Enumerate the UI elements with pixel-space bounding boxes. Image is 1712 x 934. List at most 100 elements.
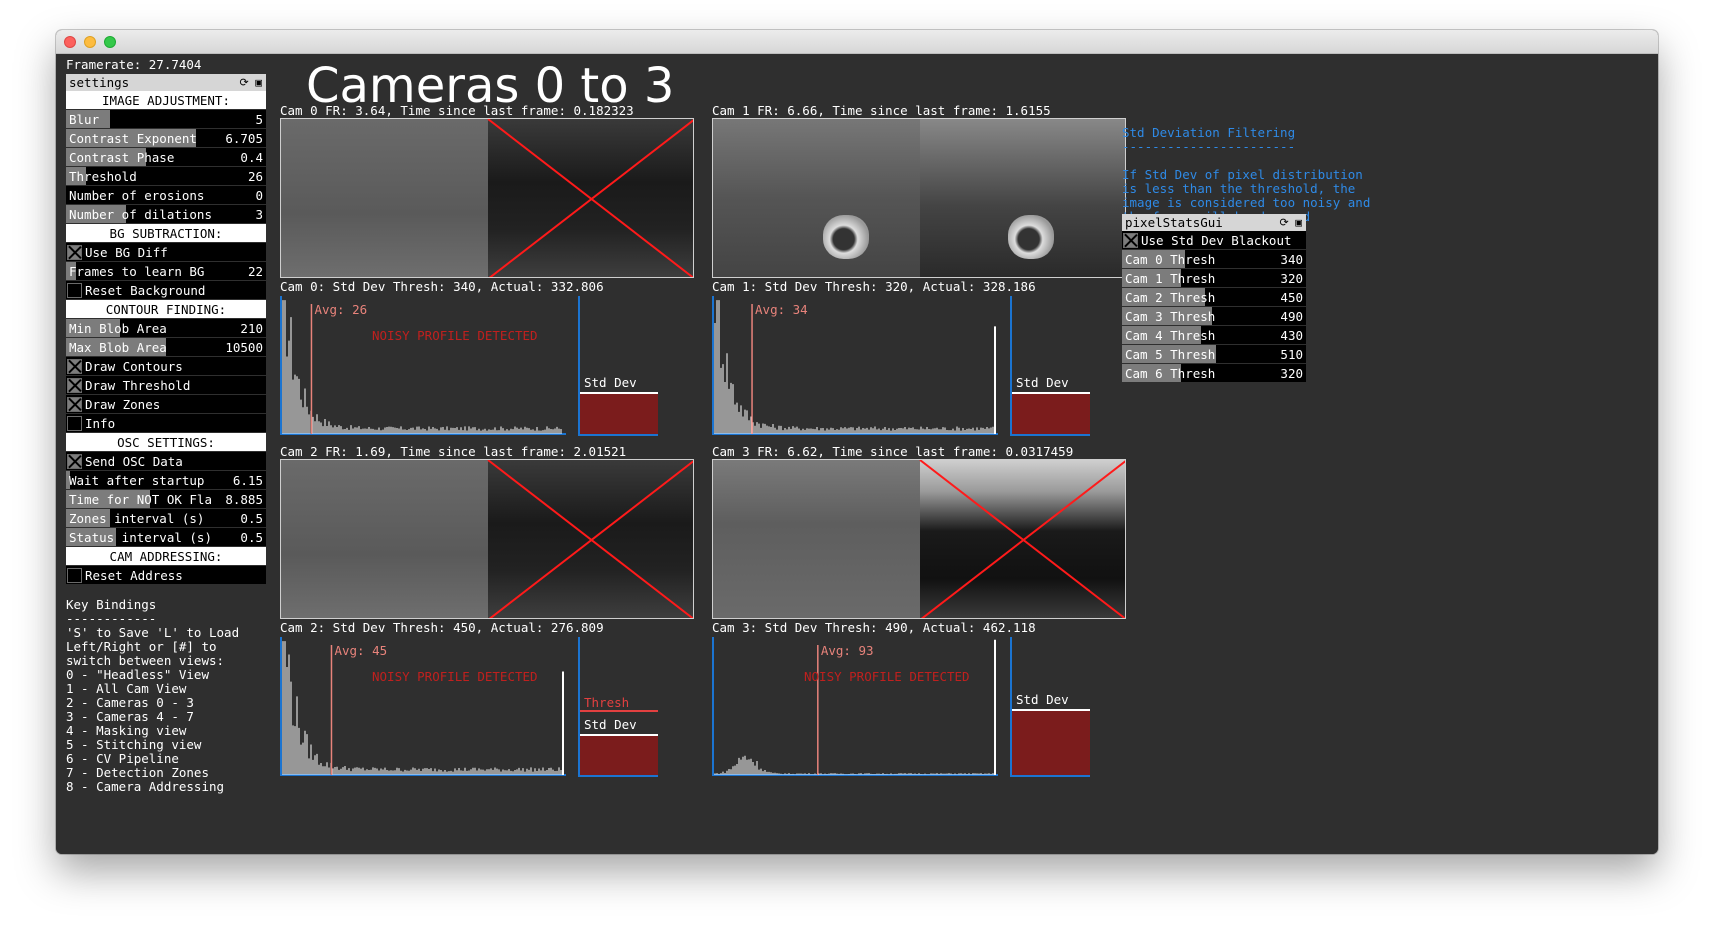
slider-cam-5-thresh[interactable]: Cam 5 Thresh 510 <box>1122 345 1306 364</box>
slider-value: 6.705 <box>225 131 263 146</box>
slider-label: Contrast Exponent <box>69 131 197 146</box>
toggle-send-osc-data[interactable]: Send OSC Data <box>66 452 266 471</box>
toggle-label: Info <box>85 416 116 431</box>
slider-value: 6.15 <box>232 473 263 488</box>
toggle-draw-threshold[interactable]: Draw Threshold <box>66 376 266 395</box>
slider-min-blob-area[interactable]: Min Blob Area 210 <box>66 319 266 338</box>
histogram-svg <box>712 637 998 776</box>
std-dev-gauge: Std Dev <box>578 296 658 436</box>
std-dev-fill <box>580 734 658 775</box>
settings-panel-header[interactable]: settings ⟳ ▣ <box>66 74 266 91</box>
app-canvas: Framerate: 27.7404 Cameras 0 to 3 settin… <box>56 54 1658 854</box>
toggle-label: Reset Address <box>85 568 183 583</box>
slider-value: 0.4 <box>240 150 263 165</box>
refresh-icon[interactable]: ⟳ <box>240 76 249 89</box>
slider-label: Number of dilations <box>69 207 212 222</box>
toggle-use-bg-diff[interactable]: Use BG Diff <box>66 243 266 262</box>
slider-label: Cam 1 Thresh <box>1125 271 1216 286</box>
slider-threshold[interactable]: Threshold 26 <box>66 167 266 186</box>
checked-box-icon[interactable] <box>67 359 82 374</box>
section-label: BG SUBTRACTION: <box>109 226 223 241</box>
slider-frames-to-learn-bg[interactable]: Frames to learn BG 22 <box>66 262 266 281</box>
histogram-svg <box>280 296 566 435</box>
toggle-label: Use BG Diff <box>85 245 168 260</box>
slider-label: Cam 4 Thresh <box>1125 328 1216 343</box>
slider-value: 340 <box>1280 252 1303 267</box>
close-window-button[interactable] <box>64 36 76 48</box>
checked-box-icon[interactable] <box>67 397 82 412</box>
save-icon[interactable]: ▣ <box>255 76 262 89</box>
slider-label: Frames to learn BG <box>69 264 205 279</box>
section-header-bg-subtraction: BG SUBTRACTION: <box>66 224 266 243</box>
slider-contrast-phase[interactable]: Contrast Phase 0.4 <box>66 148 266 167</box>
std-dev-gauge: Std Dev <box>1010 637 1090 777</box>
camera-feed <box>712 459 1126 619</box>
rejected-frame-cross <box>919 460 1125 618</box>
camera-std-dev-label: Cam 0: Std Dev Thresh: 340, Actual: 332.… <box>280 279 604 294</box>
std-dev-label: Std Dev <box>1016 692 1069 708</box>
toggle-label: Send OSC Data <box>85 454 183 469</box>
slider-cam-0-thresh[interactable]: Cam 0 Thresh 340 <box>1122 250 1306 269</box>
unchecked-box-icon[interactable] <box>67 416 82 431</box>
camera-feed <box>280 118 694 278</box>
slider-zones-interval-s[interactable]: Zones interval (s) 0.5 <box>66 509 266 528</box>
slider-label: Contrast Phase <box>69 150 175 165</box>
slider-value: 22 <box>247 264 263 279</box>
slider-value: 450 <box>1280 290 1303 305</box>
minimize-window-button[interactable] <box>84 36 96 48</box>
slider-number-of-erosions[interactable]: Number of erosions 0 <box>66 186 266 205</box>
slider-blur[interactable]: Blur 5 <box>66 110 266 129</box>
detected-person-blob <box>1008 215 1054 259</box>
slider-cam-1-thresh[interactable]: Cam 1 Thresh 320 <box>1122 269 1306 288</box>
checked-box-icon[interactable] <box>1123 233 1138 248</box>
slider-label: Cam 5 Thresh <box>1125 347 1216 362</box>
average-label: Avg: 93 <box>820 643 874 658</box>
slider-cam-3-thresh[interactable]: Cam 3 Thresh 490 <box>1122 307 1306 326</box>
toggle-draw-zones[interactable]: Draw Zones <box>66 395 266 414</box>
slider-cam-4-thresh[interactable]: Cam 4 Thresh 430 <box>1122 326 1306 345</box>
toggle-reset-background[interactable]: Reset Background <box>66 281 266 300</box>
unchecked-box-icon[interactable] <box>67 283 82 298</box>
std-dev-fill <box>580 392 658 434</box>
checked-box-icon[interactable] <box>67 454 82 469</box>
std-dev-info: Std Deviation Filtering ----------------… <box>1122 125 1371 224</box>
toggle-draw-contours[interactable]: Draw Contours <box>66 357 266 376</box>
slider-cam-2-thresh[interactable]: Cam 2 Thresh 450 <box>1122 288 1306 307</box>
noisy-profile-warning: NOISY PROFILE DETECTED <box>372 328 538 343</box>
pixel-histogram: Avg: 93 NOISY PROFILE DETECTED <box>712 637 1032 787</box>
unchecked-box-icon[interactable] <box>67 568 82 583</box>
camera-raw-image <box>713 119 920 277</box>
refresh-icon[interactable]: ⟳ <box>1280 216 1289 229</box>
section-label: CONTOUR FINDING: <box>105 302 227 317</box>
histogram-svg <box>712 296 998 435</box>
slider-time-for-not-ok-fla[interactable]: Time for NOT OK Fla 8.885 <box>66 490 266 509</box>
slider-value: 10500 <box>225 340 263 355</box>
section-header-image-adjustment: IMAGE ADJUSTMENT: <box>66 91 266 110</box>
slider-value: 3 <box>255 207 263 222</box>
slider-cam-6-thresh[interactable]: Cam 6 Thresh 320 <box>1122 364 1306 383</box>
slider-max-blob-area[interactable]: Max Blob Area 10500 <box>66 338 266 357</box>
camera-std-dev-label: Cam 2: Std Dev Thresh: 450, Actual: 276.… <box>280 620 604 635</box>
toggle-use-std-dev-blackout[interactable]: Use Std Dev Blackout <box>1122 231 1306 250</box>
pixel-stats-header[interactable]: pixelStatsGui ⟳ ▣ <box>1122 214 1306 231</box>
toggle-reset-address[interactable]: Reset Address <box>66 566 266 585</box>
slider-contrast-exponent[interactable]: Contrast Exponent 6.705 <box>66 129 266 148</box>
checked-box-icon[interactable] <box>67 245 82 260</box>
slider-label: Cam 6 Thresh <box>1125 366 1216 381</box>
threshold-line <box>580 710 658 712</box>
std-dev-label: Std Dev <box>1016 375 1069 390</box>
slider-wait-after-startup[interactable]: Wait after startup 6.15 <box>66 471 266 490</box>
zoom-window-button[interactable] <box>104 36 116 48</box>
slider-value: 510 <box>1280 347 1303 362</box>
toggle-info[interactable]: Info <box>66 414 266 433</box>
slider-number-of-dilations[interactable]: Number of dilations 3 <box>66 205 266 224</box>
average-label: Avg: 45 <box>334 643 388 658</box>
slider-value: 0.5 <box>240 530 263 545</box>
slider-status-interval-s[interactable]: Status interval (s) 0.5 <box>66 528 266 547</box>
toggle-label: Draw Zones <box>85 397 161 412</box>
save-icon[interactable]: ▣ <box>1295 216 1302 229</box>
average-label: Avg: 34 <box>755 302 808 317</box>
panel-header-icons: ⟳ ▣ <box>1280 214 1302 231</box>
settings-rows: IMAGE ADJUSTMENT: Blur 5 Contrast Exponent 6… <box>66 91 266 585</box>
checked-box-icon[interactable] <box>67 378 82 393</box>
